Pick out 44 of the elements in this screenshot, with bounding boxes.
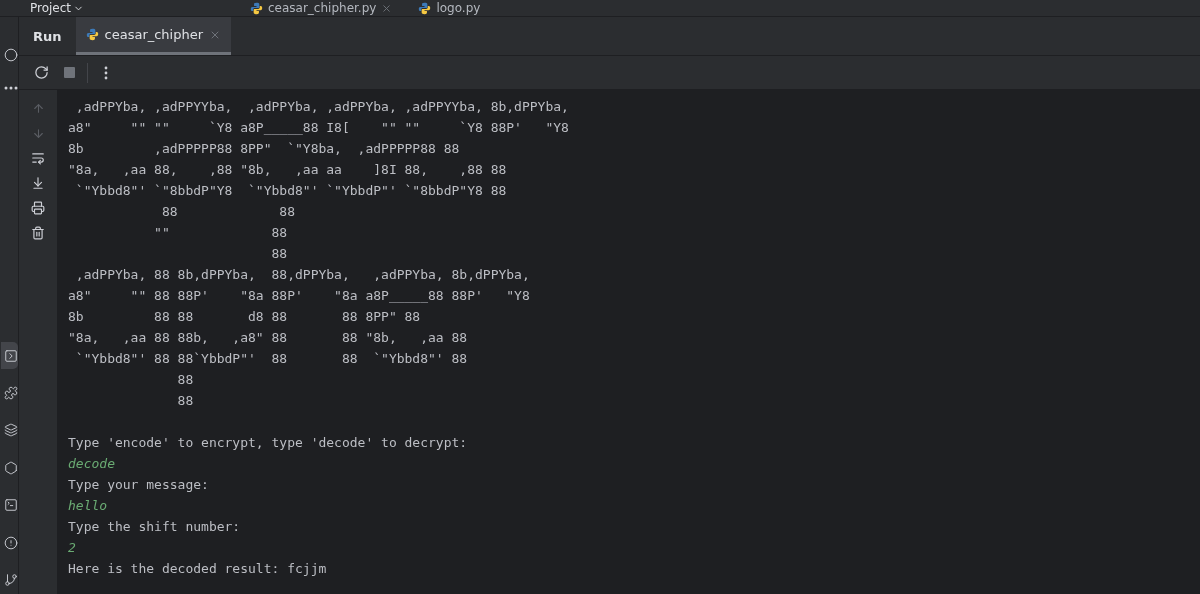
input-text: hello [68, 497, 108, 515]
console-output: 88 [176, 392, 194, 410]
scroll-to-end-icon[interactable] [31, 176, 45, 190]
console-output: `"Ybbd8"' `"8bbdP"Y8 `"Ybbd8"' `"YbbdP"' `"8bbdP"Y8 88 [74, 182, 507, 200]
console-output: a8" "" 88 88P' "8a 88P' "8a a8P_____88 88P' "Y8 [68, 287, 530, 305]
more-icon [4, 86, 18, 91]
kebab-menu-icon [104, 65, 108, 80]
console-output: ,adPPYba, ,adPPYYba, ,adPPYba, ,adPPYba, ,adPPYYba, 8b,dPPYba, [74, 98, 569, 116]
console-output: ,adPPYba, 88 8b,dPPYba, 88,dPPYba, ,adPPYba, 8b,dPPYba, [74, 266, 530, 284]
panel-title: Run [32, 27, 63, 46]
python-icon [418, 1, 432, 15]
console-output: "" 88 [153, 224, 288, 242]
console-output: 8b ,adPPPPP88 8PP" `"Y8ba, ,adPPPPP88 88 [68, 140, 460, 158]
problems-icon [4, 535, 18, 550]
printer-icon[interactable] [31, 201, 45, 215]
python-icon [85, 28, 99, 41]
layers-icon [4, 423, 18, 438]
file-tab[interactable]: logo.py [418, 1, 481, 15]
circle-icon [4, 47, 18, 62]
project-menu[interactable]: Project [30, 1, 250, 15]
close-icon[interactable] [381, 2, 393, 14]
tool-window-button[interactable] [1, 341, 18, 370]
rerun-icon [33, 65, 49, 80]
input-text: decode [68, 455, 115, 473]
console-output: "8a, ,aa 88 88b, ,a8" 88 88 "8b, ,aa 88 [68, 329, 468, 347]
console-output: `"Ybbd8"' 88 88`YbbdP"' 88 88 `"Ybbd8"' 88 [74, 350, 468, 368]
console-output: Type the shift number: [68, 518, 241, 536]
console-output: a8" "" "" `Y8 a8P_____88 I8[ "" "" `Y8 88P' "Y8 [68, 119, 569, 137]
soft-wrap-icon[interactable] [31, 151, 45, 165]
file-tab[interactable]: ceasar_chipher.py [250, 1, 393, 15]
terminal-icon [4, 498, 18, 513]
git-icon [4, 573, 18, 588]
console-output: 88 [270, 245, 288, 263]
trash-icon[interactable] [31, 226, 45, 240]
console-output: 88 88 [160, 203, 295, 221]
console-output: 8b 88 88 d8 88 88 8PP" 88 [68, 308, 421, 326]
console-output: Type your message: [68, 476, 209, 494]
console-output: "8a, ,aa 88, ,88 "8b, ,aa aa ]8I 88, ,88 88 [68, 161, 507, 179]
input-text: 2 [68, 539, 76, 557]
console-output: Type 'encode' to encrypt, type 'decode' to decrypt: [68, 434, 468, 452]
python-icon [250, 1, 263, 15]
console-output: Here is the decoded result: fcjjm [68, 560, 327, 578]
console-output: 88 [176, 371, 194, 389]
run-tab[interactable]: ceasar_chipher [75, 17, 232, 55]
